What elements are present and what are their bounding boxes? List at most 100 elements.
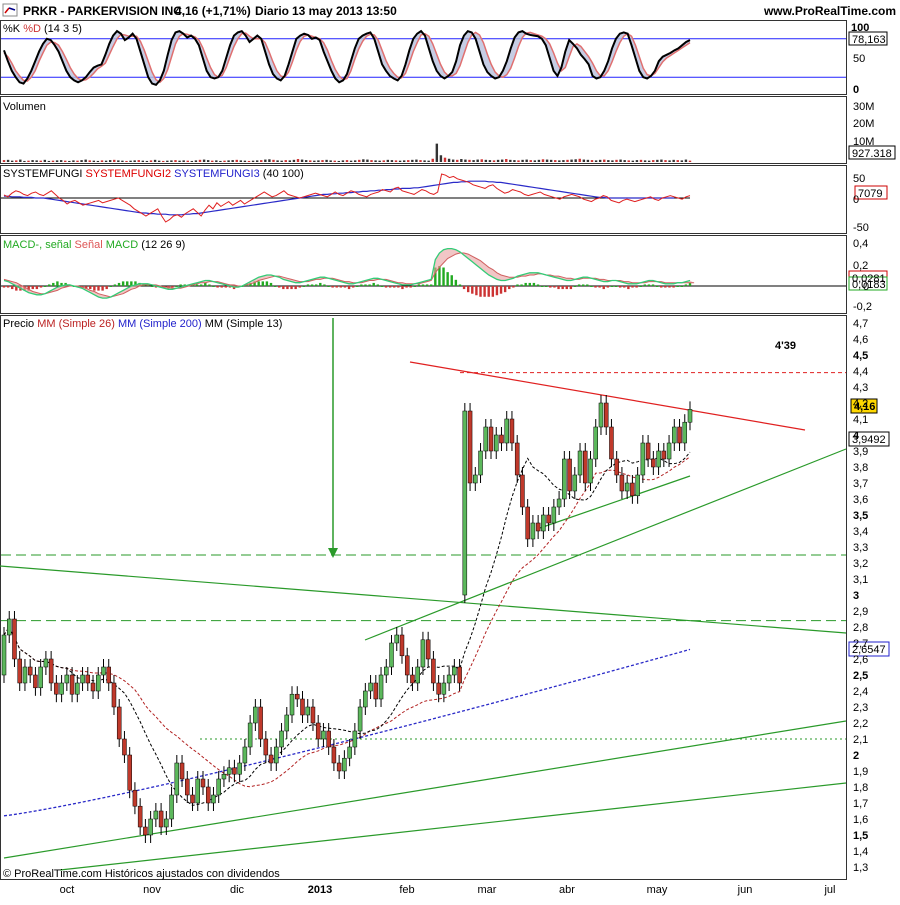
x-axis-label: nov bbox=[143, 884, 161, 896]
candle-body bbox=[216, 778, 221, 796]
candle-body bbox=[420, 639, 426, 668]
macd-histogram-bar bbox=[302, 286, 306, 287]
macd-histogram-bar bbox=[549, 286, 552, 288]
macd-histogram-bar bbox=[269, 282, 273, 286]
macd-histogram-bar bbox=[421, 284, 425, 286]
macd-histogram-bar bbox=[314, 284, 318, 286]
stochastic-tick: 100 bbox=[851, 22, 869, 34]
candle-body bbox=[630, 482, 635, 497]
macd-histogram-bar bbox=[372, 282, 375, 286]
volume-bar bbox=[325, 159, 328, 162]
volume-bar bbox=[247, 160, 251, 162]
macd-histogram-bar bbox=[273, 286, 277, 287]
candle-body bbox=[457, 666, 462, 684]
volume-bar bbox=[198, 159, 202, 162]
candle-body bbox=[48, 658, 54, 684]
candle-body bbox=[661, 450, 667, 460]
volume-bar bbox=[104, 160, 108, 162]
macd-histogram-bar bbox=[688, 282, 692, 286]
candle-body bbox=[6, 618, 12, 636]
volume-bar bbox=[521, 159, 524, 162]
candle-body bbox=[148, 818, 153, 836]
volume-bar bbox=[300, 159, 304, 162]
candle-body bbox=[258, 706, 263, 740]
candle-body bbox=[38, 666, 43, 689]
volume-bar bbox=[23, 160, 26, 162]
volume-bar bbox=[129, 160, 132, 162]
volume-bar bbox=[411, 159, 414, 162]
macd-histogram-bar bbox=[413, 286, 416, 287]
volume-bar bbox=[390, 160, 394, 162]
macd-histogram-bar bbox=[43, 286, 47, 287]
stochastic-tick: 0 bbox=[853, 84, 859, 96]
macd-histogram-bar bbox=[376, 284, 380, 286]
volume-bar bbox=[223, 160, 226, 162]
candle-body bbox=[253, 706, 258, 724]
volume-bar bbox=[276, 160, 279, 162]
volume-bar bbox=[484, 159, 488, 162]
candle-body bbox=[310, 706, 316, 724]
macd-histogram-bar bbox=[680, 286, 683, 287]
volume-bar bbox=[541, 159, 545, 162]
volume-bar bbox=[235, 159, 238, 162]
candle-body bbox=[687, 409, 693, 423]
candle-body bbox=[274, 746, 279, 764]
macd-histogram-bar bbox=[508, 286, 511, 290]
macd-histogram-bar bbox=[516, 284, 519, 286]
systemfungi-tick: -50 bbox=[853, 222, 869, 234]
x-axis-label: mar bbox=[478, 884, 497, 896]
volume-bar bbox=[668, 160, 671, 162]
volume-bar bbox=[227, 160, 230, 162]
volume-bar bbox=[435, 143, 439, 162]
candle-body bbox=[363, 690, 368, 708]
volume-bar bbox=[603, 159, 606, 162]
volume-bar bbox=[447, 158, 451, 162]
volume-bar bbox=[631, 160, 635, 162]
macd-histogram-bar bbox=[380, 286, 384, 287]
volume-bar bbox=[607, 160, 610, 162]
price-annotation: 4'39 bbox=[775, 340, 796, 352]
macd-histogram-bar bbox=[553, 286, 556, 288]
macd-histogram-bar bbox=[347, 286, 351, 290]
volume-bar bbox=[100, 160, 104, 162]
volume-bar bbox=[349, 160, 353, 162]
price-tick: 3,7 bbox=[853, 478, 868, 490]
macd-histogram-bar bbox=[577, 284, 581, 286]
volume-bar bbox=[239, 160, 243, 162]
macd-histogram-bar bbox=[417, 284, 421, 286]
volume-bar bbox=[415, 159, 418, 162]
header-site[interactable]: www.ProRealTime.com bbox=[763, 4, 896, 18]
macd-histogram-bar bbox=[278, 286, 281, 288]
volume-bar bbox=[219, 160, 222, 162]
price-tick: 1,3 bbox=[853, 862, 868, 874]
price-tick: 2,9 bbox=[853, 606, 868, 618]
macd-histogram-bar bbox=[627, 286, 630, 290]
macd-histogram-bar bbox=[557, 286, 560, 290]
macd-histogram-bar bbox=[216, 286, 219, 288]
x-axis-label: oct bbox=[60, 884, 75, 896]
candle-body bbox=[122, 738, 127, 756]
macd-histogram-bar bbox=[524, 282, 527, 286]
volume-bar bbox=[472, 160, 475, 162]
volume-bar bbox=[76, 160, 79, 162]
volume-bar bbox=[619, 159, 622, 162]
volume-bar bbox=[611, 160, 614, 162]
volume-bar bbox=[215, 160, 218, 162]
candle-body bbox=[211, 794, 216, 804]
macd-histogram-bar bbox=[310, 284, 314, 286]
macd-histogram-bar bbox=[606, 286, 610, 288]
candle-body bbox=[640, 442, 646, 476]
volume-bar bbox=[284, 160, 287, 162]
macd-histogram-bar bbox=[479, 286, 482, 297]
price-tick: 1,9 bbox=[853, 766, 868, 778]
volume-bar bbox=[243, 160, 247, 162]
volume-bar bbox=[566, 159, 569, 162]
candle-body bbox=[101, 666, 106, 676]
candle-body bbox=[342, 757, 347, 772]
volume-panel bbox=[0, 96, 847, 164]
header-datetime: 13 may 2013 13:50 bbox=[292, 4, 397, 18]
volume-bar bbox=[121, 160, 124, 162]
candle-body bbox=[12, 618, 17, 660]
macd-histogram-bar bbox=[672, 286, 675, 288]
macd-histogram-bar bbox=[179, 284, 182, 286]
